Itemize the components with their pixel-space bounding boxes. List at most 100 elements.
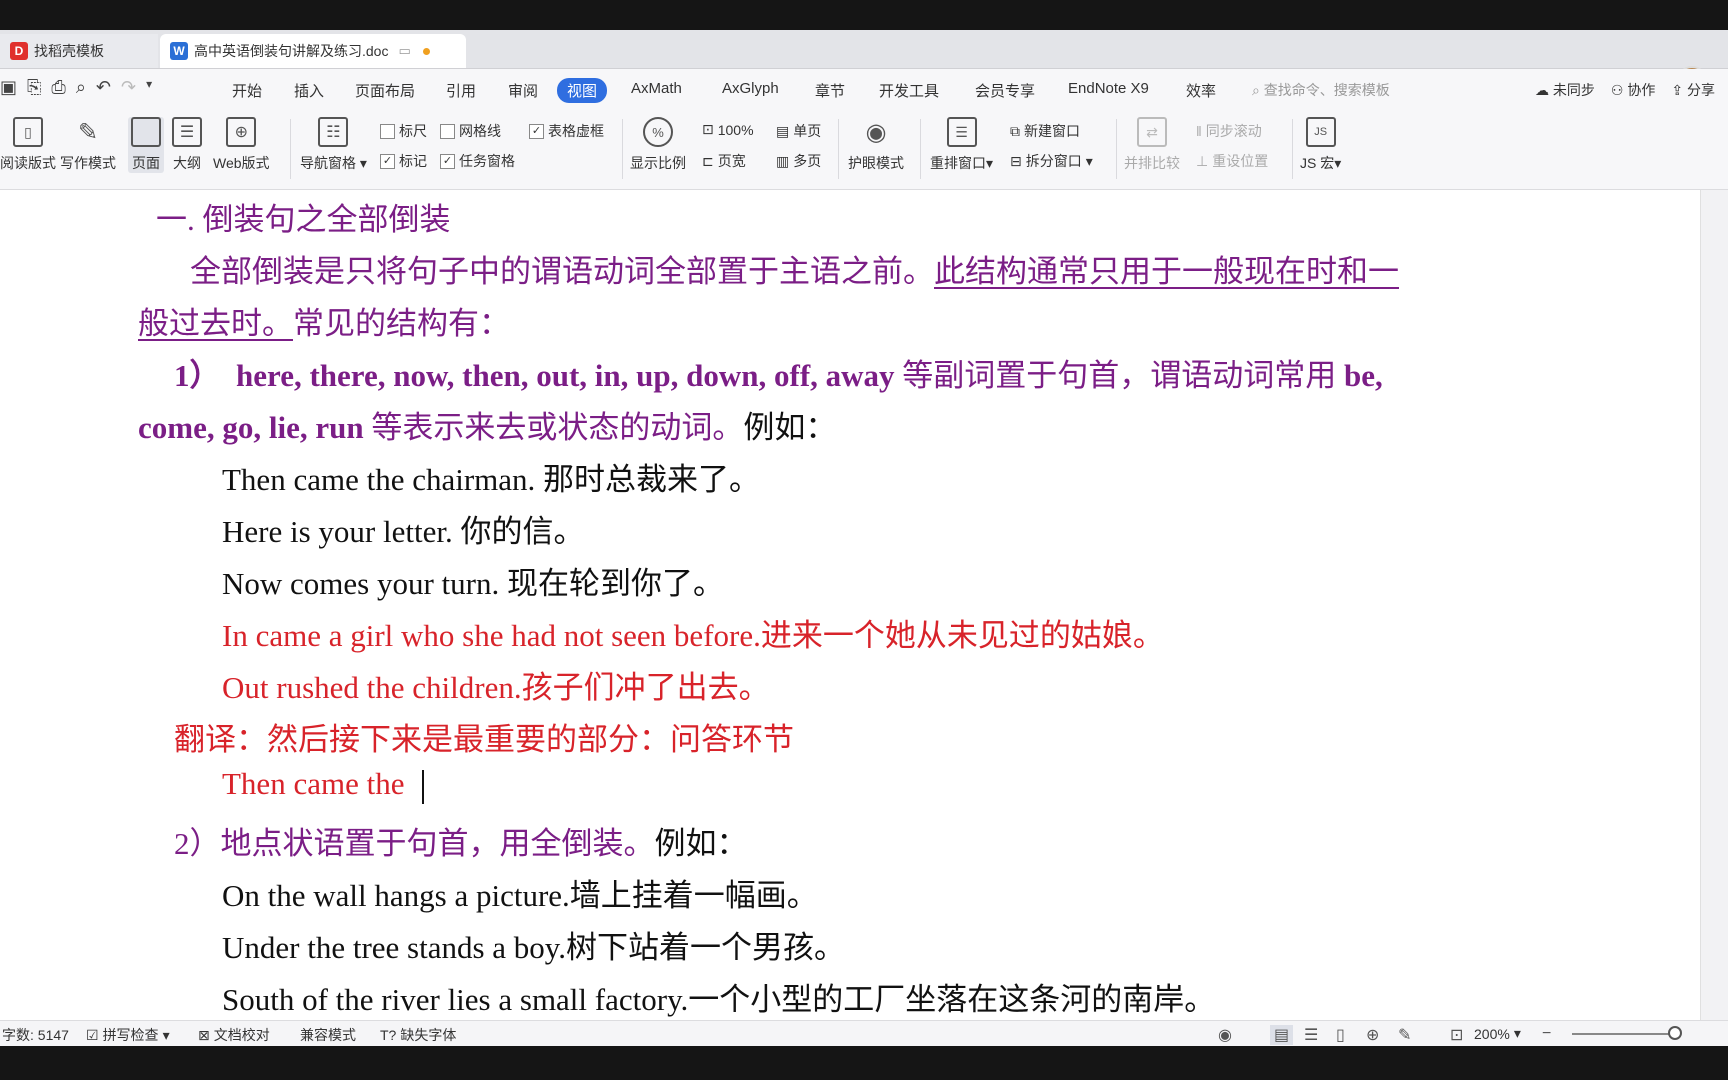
nav-pane-button[interactable]: ☷ 导航窗格 ▾ — [300, 117, 367, 173]
zoom-icon: % — [643, 117, 673, 147]
reset-position-button[interactable]: ⊥ 重设位置 — [1196, 151, 1268, 171]
search-icon: ⌕ — [1252, 82, 1264, 98]
outline-button[interactable]: ☰ 大纲 — [172, 117, 202, 173]
font-warning-icon: T? — [380, 1027, 397, 1043]
page-view-icon[interactable]: ▤ — [1270, 1025, 1294, 1045]
export-icon[interactable]: ⎘ — [27, 77, 41, 98]
sync-scroll-button[interactable]: ‖ 同步滚动 — [1196, 121, 1262, 141]
translation-prompt: 翻译：然后接下来是最重要的部分：问答环节 — [174, 722, 794, 757]
outline-icon: ☰ — [172, 117, 202, 147]
menu-member[interactable]: 会员专享 — [975, 80, 1035, 101]
book-icon: ▯ — [13, 117, 43, 147]
page-view-button[interactable]: 页面 — [128, 117, 164, 173]
arrange-icon: ☰ — [946, 117, 977, 147]
doc-check-button[interactable]: ⊠ 文档校对 — [198, 1025, 270, 1045]
share-button[interactable]: ⇪ 分享 — [1671, 80, 1715, 100]
one-to-one-icon: ⊡ — [702, 121, 714, 137]
write-view-icon[interactable]: ✎ — [1398, 1025, 1411, 1045]
zoom-ratio-button[interactable]: % 显示比例 — [630, 117, 686, 173]
multi-page-button[interactable]: ▥ 多页 — [776, 151, 821, 171]
tab-label: 找稻壳模板 — [34, 43, 104, 59]
zoom-out-icon[interactable]: − — [1542, 1025, 1551, 1043]
docer-logo-icon: D — [10, 42, 28, 60]
ruler-checkbox[interactable]: 标尺 — [380, 121, 427, 141]
document-page[interactable]: 一. 倒装句之全部倒装 全部倒装是只将句子中的谓语动词全部置于主语之前。此结构通… — [0, 190, 1700, 1032]
eye-mode-button[interactable]: ◉ 护眼模式 — [848, 117, 904, 173]
print-icon[interactable]: ⎙ — [51, 77, 65, 98]
zoom-slider[interactable] — [1572, 1033, 1672, 1035]
table-gridlines-checkbox[interactable]: ✓ 表格虚框 — [529, 121, 604, 141]
customize-dropdown-icon[interactable]: ▾ — [146, 77, 152, 98]
menu-chapter[interactable]: 章节 — [815, 80, 845, 101]
web-layout-button[interactable]: ⊕ Web版式 — [213, 117, 270, 173]
single-page-button[interactable]: ▤ 单页 — [776, 121, 821, 141]
arrange-windows-button[interactable]: ☰ 重排窗口▾ — [930, 117, 993, 173]
menu-review[interactable]: 审阅 — [508, 80, 538, 101]
menu-efficiency[interactable]: 效率 — [1186, 80, 1216, 101]
tab-bar: D 找稻壳模板 W 高中英语倒装句讲解及练习.doc ▭ + ▭ ▦ — [0, 30, 1728, 98]
eye-protect-icon[interactable]: ◉ — [1218, 1025, 1232, 1045]
fit-zoom-icon[interactable]: ⊡ — [1450, 1025, 1463, 1045]
missing-font-button[interactable]: T? 缺失字体 — [380, 1025, 456, 1045]
new-window-button[interactable]: ⧉ 新建窗口 — [1010, 121, 1080, 141]
zoom-100-button[interactable]: ⊡ 100% — [702, 121, 754, 138]
single-page-icon: ▤ — [776, 122, 790, 139]
sync-status[interactable]: ☁ 未同步 — [1535, 80, 1595, 100]
tab-label: 高中英语倒装句讲解及练习.doc — [194, 43, 389, 59]
example-sentence: South of the river lies a small factory.… — [222, 982, 1216, 1017]
compat-mode-label: 兼容模式 — [300, 1027, 356, 1043]
pen-icon: ✎ — [77, 118, 99, 146]
rule1-line-2: come, go, lie, run 等表示来去或状态的动词。例如： — [138, 410, 837, 445]
vertical-scrollbar[interactable] — [1700, 190, 1728, 1032]
read-mode-button[interactable]: ▯ 阅读版式 — [0, 117, 56, 173]
menu-references[interactable]: 引用 — [446, 80, 476, 101]
page-width-button[interactable]: ⊏ 页宽 — [702, 151, 746, 171]
typing-line[interactable]: Then came the — [222, 766, 425, 804]
reset-position-icon: ⊥ — [1196, 152, 1209, 169]
read-view-icon[interactable]: ▯ — [1336, 1025, 1345, 1045]
redo-icon[interactable]: ↷ — [121, 77, 136, 98]
zoom-level[interactable]: 200% ▾ — [1474, 1025, 1521, 1042]
monitor-icon[interactable]: ▭ — [398, 43, 410, 59]
spell-check-button[interactable]: ☑ 拼写检查 ▾ — [86, 1025, 170, 1045]
js-icon: JS — [1305, 117, 1336, 147]
undo-icon[interactable]: ↶ — [96, 77, 111, 98]
command-search[interactable]: ⌕ 查找命令、搜索模板 — [1252, 80, 1390, 100]
zoom-slider-handle[interactable] — [1668, 1026, 1682, 1040]
tab-current-document[interactable]: W 高中英语倒装句讲解及练习.doc ▭ — [160, 34, 466, 68]
checkbox-unchecked — [440, 123, 455, 139]
compare-icon: ⇄ — [1137, 117, 1167, 147]
split-window-button[interactable]: ⊟ 拆分窗口 ▾ — [1010, 151, 1093, 171]
example-sentence: Then came the chairman. 那时总裁来了。 — [222, 462, 761, 497]
marks-checkbox[interactable]: ✓ 标记 — [380, 151, 427, 171]
gridlines-checkbox[interactable]: 网格线 — [440, 121, 501, 141]
menu-home[interactable]: 开始 — [232, 80, 262, 101]
js-macro-button[interactable]: JS JS 宏▾ — [1300, 117, 1341, 173]
menu-axglyph[interactable]: AxGlyph — [722, 80, 779, 97]
outline-view-icon[interactable]: ☰ — [1304, 1025, 1318, 1045]
new-window-icon: ⧉ — [1010, 122, 1020, 139]
screen-top-border — [0, 0, 1728, 30]
menu-endnote[interactable]: EndNote X9 — [1068, 80, 1149, 97]
sync-scroll-icon: ‖ — [1196, 123, 1202, 139]
checkbox-checked: ✓ — [440, 153, 455, 169]
collab-button[interactable]: ⚇ 协作 — [1611, 80, 1655, 100]
menu-page-layout[interactable]: 页面布局 — [355, 80, 415, 101]
tab-docer-templates[interactable]: D 找稻壳模板 — [0, 34, 158, 68]
divider — [838, 119, 839, 179]
task-pane-checkbox[interactable]: ✓ 任务窗格 — [440, 151, 515, 171]
nav-pane-icon: ☷ — [318, 117, 349, 147]
rule1-line-1: 1） here, there, now, then, out, in, up, … — [174, 358, 1383, 393]
save-icon[interactable]: ▣ — [0, 77, 17, 98]
side-by-side-button[interactable]: ⇄ 并排比较 — [1124, 117, 1180, 173]
write-mode-button[interactable]: ✎ 写作模式 — [60, 117, 116, 173]
word-count[interactable]: 字数: 5147 — [2, 1025, 69, 1045]
print-preview-icon[interactable]: ⌕ — [76, 77, 86, 98]
menu-insert[interactable]: 插入 — [294, 80, 324, 101]
unsaved-dot-icon — [422, 47, 430, 55]
menu-axmath[interactable]: AxMath — [631, 80, 682, 97]
menu-developer[interactable]: 开发工具 — [879, 80, 939, 101]
web-view-icon[interactable]: ⊕ — [1366, 1025, 1379, 1045]
menu-view[interactable]: 视图 — [557, 78, 608, 103]
eye-icon: ◉ — [865, 118, 887, 146]
